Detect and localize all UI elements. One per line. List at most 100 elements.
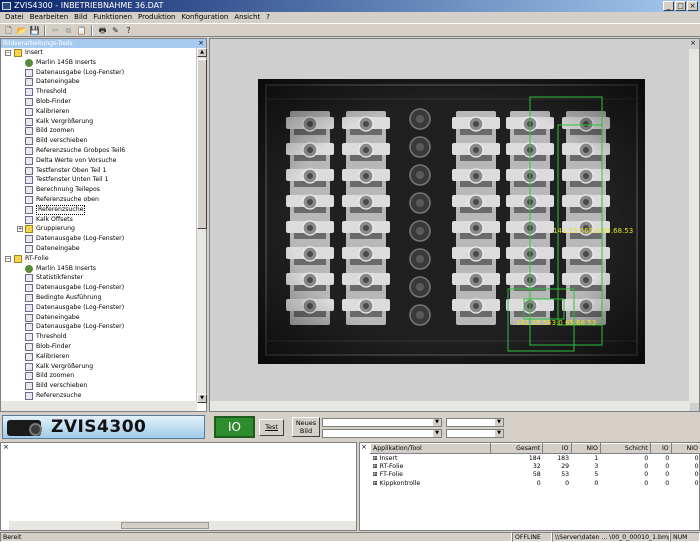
tree-item[interactable]: Statistikfenster — [1, 273, 197, 283]
test-button[interactable]: Test — [259, 419, 284, 436]
tree-item[interactable]: Bild verschieben — [1, 381, 197, 391]
chevron-down-icon[interactable]: ▼ — [495, 419, 503, 426]
tree-item[interactable]: Bild verschieben — [1, 136, 197, 146]
combo-4[interactable]: ▼ — [446, 429, 504, 438]
tree-item[interactable]: − Insert — [1, 48, 197, 58]
tree-item[interactable]: Bedingte Ausführung — [1, 293, 197, 303]
tree-item[interactable]: Blob-Finder — [1, 342, 197, 352]
col-header[interactable]: IO — [542, 443, 572, 454]
tree-item[interactable]: Marlin 145B Inserts — [1, 264, 197, 274]
combo-1[interactable]: ▼ — [322, 418, 442, 427]
menu-ansicht[interactable]: Ansicht — [231, 12, 263, 23]
menu-bild[interactable]: Bild — [71, 12, 90, 23]
col-header[interactable]: Schicht — [599, 443, 651, 454]
tree-item[interactable]: Marlin 145B Inserts — [1, 58, 197, 68]
expand-icon[interactable]: ⊞ — [373, 480, 380, 487]
camera-image[interactable]: 141.15 563.0 65.68.53 141.15 563.0 65.68… — [258, 79, 645, 364]
col-header[interactable]: Gesamt — [489, 443, 544, 454]
tree-item[interactable]: Blob-Finder — [1, 97, 197, 107]
menu-konfiguration[interactable]: Konfiguration — [178, 12, 231, 23]
new-image-button[interactable]: Neues Bild — [292, 417, 320, 437]
tree-item[interactable]: − RT-Folie — [1, 254, 197, 264]
combo-3[interactable]: ▼ — [446, 418, 504, 427]
tree-item[interactable]: Datenausgabe (Log-Fenster) — [1, 68, 197, 78]
chevron-down-icon[interactable]: ▼ — [433, 430, 441, 437]
chevron-down-icon[interactable]: ▼ — [433, 419, 441, 426]
log-window[interactable]: × — [0, 442, 357, 531]
log-horizontal-scrollbar[interactable] — [9, 521, 356, 530]
close-button[interactable]: × — [687, 1, 698, 11]
tree-item[interactable]: + Gruppierung — [1, 224, 197, 234]
close-icon[interactable]: × — [198, 39, 204, 48]
tree-item[interactable]: Referenzsuche — [1, 391, 197, 401]
cut-icon[interactable]: ✂ — [50, 25, 61, 36]
table-row[interactable]: ⊞ Kippkontrolle 0 0 0 0 0 0 — [371, 479, 700, 488]
tree-item[interactable]: Bild zoomen — [1, 126, 197, 136]
maximize-button[interactable]: □ — [675, 1, 686, 11]
close-icon[interactable]: × — [690, 39, 696, 47]
tree-item[interactable]: Bild zoomen — [1, 371, 197, 381]
tool-icon — [25, 186, 33, 195]
tree-item[interactable]: Testfenster Oben Teil 1 — [1, 166, 197, 176]
tree-item[interactable]: Threshold — [1, 332, 197, 342]
tree-item[interactable]: Datenausgabe (Log-Fenster) — [1, 322, 197, 332]
image-horizontal-scrollbar[interactable] — [210, 401, 690, 411]
copy-icon[interactable]: ⧉ — [63, 25, 74, 36]
tree-item[interactable]: Kalibrieren — [1, 107, 197, 117]
scroll-thumb[interactable] — [121, 522, 209, 529]
expand-icon[interactable]: ⊞ — [373, 463, 380, 470]
col-header[interactable]: NIO — [670, 443, 700, 454]
combo-2[interactable]: ▼ — [322, 429, 442, 438]
save-icon[interactable]: 💾 — [29, 25, 40, 36]
print-icon[interactable]: 🖶 — [97, 25, 108, 36]
scroll-up-icon[interactable]: ▲ — [197, 48, 207, 57]
tree-item[interactable]: Threshold — [1, 87, 197, 97]
table-row[interactable]: ⊞ FT-Folie 58 53 5 0 0 0 — [371, 471, 700, 480]
close-icon[interactable]: × — [3, 443, 9, 451]
tree-item[interactable]: Dateneingabe — [1, 313, 197, 323]
col-header[interactable]: Applikation/Tool — [370, 443, 491, 454]
tree-item[interactable]: Kalk Offsets — [1, 215, 197, 225]
help-icon[interactable]: ? — [123, 25, 134, 36]
tree-item[interactable]: Kalk Vergrößerung — [1, 117, 197, 127]
tree-horizontal-scrollbar[interactable] — [1, 401, 197, 411]
tool-icon[interactable]: ✎ — [110, 25, 121, 36]
menu-datei[interactable]: Datei — [2, 12, 27, 23]
tree-item[interactable]: Datenausgabe (Log-Fenster) — [1, 283, 197, 293]
tree-item[interactable]: Kalibrieren — [1, 352, 197, 362]
tree-item[interactable]: Kalk Vergrößerung — [1, 362, 197, 372]
scroll-thumb[interactable] — [197, 59, 207, 229]
tree-item[interactable]: Referenzsuche oben — [1, 195, 197, 205]
expand-icon[interactable]: + — [17, 226, 23, 233]
tree-item[interactable]: Datenausgabe (Log-Fenster) — [1, 234, 197, 244]
menu-bearbeiten[interactable]: Bearbeiten — [27, 12, 71, 23]
tree-item[interactable]: Delta Werte von Vorsuche — [1, 156, 197, 166]
paste-icon[interactable]: 📋 — [76, 25, 87, 36]
menu-funktionen[interactable]: Funktionen — [90, 12, 135, 23]
tree-vertical-scrollbar[interactable]: ▲ ▼ — [196, 48, 207, 403]
tree-item[interactable]: Dateneingabe — [1, 77, 197, 87]
collapse-icon[interactable]: − — [5, 50, 11, 56]
tree-item[interactable]: Datenausgabe (Log-Fenster) — [1, 303, 197, 313]
table-row[interactable]: ⊞ RT-Folie 32 29 3 0 0 0 — [371, 462, 700, 471]
collapse-icon[interactable]: − — [5, 255, 11, 262]
scroll-down-icon[interactable]: ▼ — [197, 394, 207, 403]
table-row[interactable]: ⊞ Insert 184 183 1 0 0 0 — [371, 454, 700, 463]
image-vertical-scrollbar[interactable] — [689, 49, 699, 403]
expand-icon[interactable]: ⊞ — [373, 455, 380, 462]
col-header[interactable]: NIO — [570, 443, 601, 454]
open-icon[interactable]: 📂 — [16, 25, 27, 36]
minimize-button[interactable]: _ — [663, 1, 674, 11]
tree-item[interactable]: Testfenster Unten Teil 1 — [1, 175, 197, 185]
close-icon[interactable]: × — [361, 443, 367, 451]
menu-help[interactable]: ? — [263, 12, 273, 23]
tree-item[interactable]: Berechnung Teilepos — [1, 185, 197, 195]
tree-item[interactable]: Referenzsuche — [1, 205, 197, 216]
chevron-down-icon[interactable]: ▼ — [495, 430, 503, 437]
expand-icon[interactable]: ⊞ — [373, 471, 380, 478]
menu-produktion[interactable]: Produktion — [135, 12, 178, 23]
tree-item[interactable]: Referenzsuche Grobpos Teil6 — [1, 146, 197, 156]
new-icon[interactable]: 🗋 — [3, 25, 14, 36]
col-header[interactable]: IO — [649, 443, 672, 454]
tree-item[interactable]: Dateneingabe — [1, 244, 197, 254]
